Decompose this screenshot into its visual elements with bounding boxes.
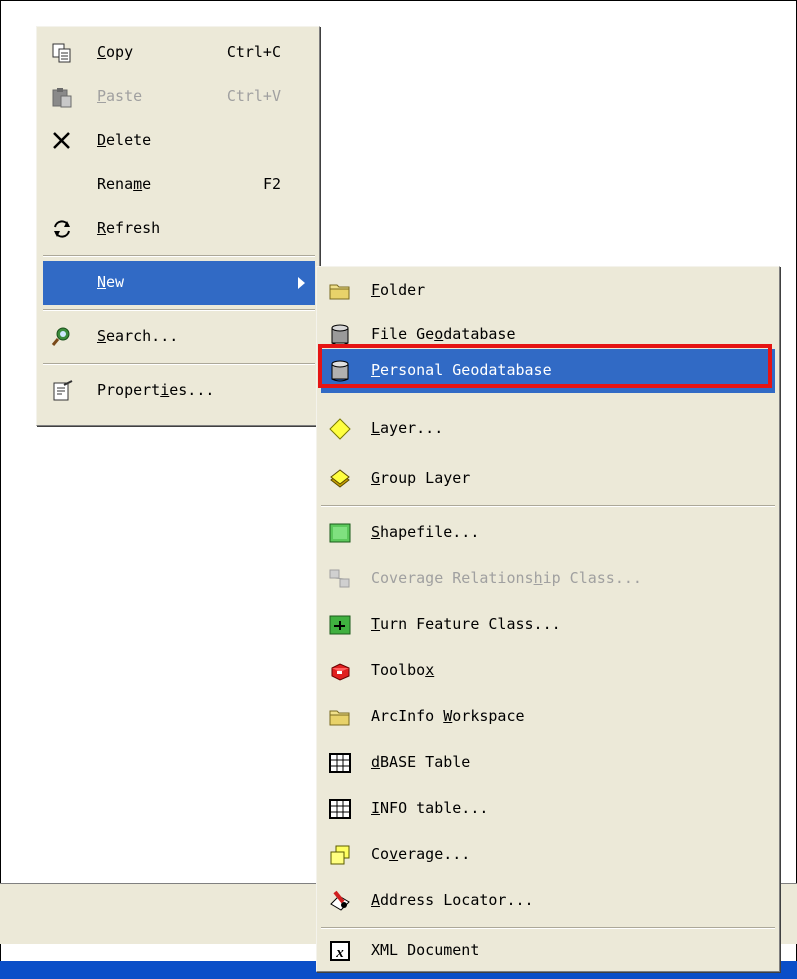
menu-item-delete[interactable]: Delete bbox=[43, 119, 315, 163]
menu-item-label: Delete bbox=[97, 131, 152, 149]
submenu-item-label: Turn Feature Class... bbox=[371, 615, 561, 633]
submenu-item-dbase-table[interactable]: dBASE Table bbox=[321, 741, 775, 785]
menu-item-label: Rename bbox=[97, 175, 152, 193]
menu-item-paste[interactable]: Paste Ctrl+V bbox=[43, 75, 315, 119]
submenu-item-shapefile[interactable]: Shapefile... bbox=[321, 511, 775, 555]
submenu-item-layer[interactable]: Layer... bbox=[321, 407, 775, 451]
folder-icon bbox=[329, 706, 351, 728]
menu-item-properties[interactable]: Properties... bbox=[43, 369, 315, 413]
layer-icon bbox=[329, 418, 351, 440]
menu-separator bbox=[43, 309, 315, 311]
group-layer-icon bbox=[329, 468, 351, 490]
menu-item-shortcut: Ctrl+V bbox=[226, 87, 281, 105]
submenu-item-info-table[interactable]: INFO table... bbox=[321, 787, 775, 831]
menu-item-refresh[interactable]: Refresh bbox=[43, 207, 315, 251]
menu-item-label: Copy bbox=[97, 43, 134, 61]
submenu-arrow-icon bbox=[298, 277, 305, 289]
submenu-item-toolbox[interactable]: Toolbox bbox=[321, 649, 775, 693]
menu-item-shortcut: F2 bbox=[262, 175, 281, 193]
menu-item-shortcut: Ctrl+C bbox=[226, 43, 281, 61]
menu-item-rename[interactable]: Rename F2 bbox=[43, 163, 315, 207]
submenu-item-label: Layer... bbox=[371, 419, 444, 437]
copy-icon bbox=[51, 42, 73, 64]
submenu-item-address-locator[interactable]: Address Locator... bbox=[321, 879, 775, 923]
submenu-item-label: Folder bbox=[371, 281, 426, 299]
menu-separator bbox=[43, 255, 315, 257]
submenu-item-label: File Geodatabase bbox=[371, 325, 516, 343]
submenu-item-label: Group Layer bbox=[371, 469, 471, 487]
xml-document-icon: x bbox=[329, 940, 351, 962]
menu-separator bbox=[43, 363, 315, 365]
submenu-item-turn-feature-class[interactable]: Turn Feature Class... bbox=[321, 603, 775, 647]
address-locator-icon bbox=[329, 890, 351, 912]
submenu-item-label: XML Document bbox=[371, 941, 480, 959]
submenu-item-folder[interactable]: Folder bbox=[321, 269, 775, 313]
menu-item-label: Properties... bbox=[97, 381, 215, 399]
shapefile-icon bbox=[329, 522, 351, 544]
menu-item-label: New bbox=[97, 273, 125, 291]
menu-item-label: Paste bbox=[97, 87, 143, 105]
submenu-item-arcinfo-workspace[interactable]: ArcInfo Workspace bbox=[321, 695, 775, 739]
submenu-item-coverage[interactable]: Coverage... bbox=[321, 833, 775, 877]
coverage-icon bbox=[329, 844, 351, 866]
submenu-item-coverage-relationship-class[interactable]: Coverage Relationship Class... bbox=[321, 557, 775, 601]
submenu-item-label: INFO table... bbox=[371, 799, 489, 817]
submenu-item-group-layer[interactable]: Group Layer bbox=[321, 457, 775, 501]
submenu-item-label: Address Locator... bbox=[371, 891, 534, 909]
menu-item-search[interactable]: Search... bbox=[43, 315, 315, 359]
svg-text:x: x bbox=[335, 945, 344, 961]
context-menu: Copy Ctrl+C Paste Ctrl+V Delete Rename F… bbox=[36, 26, 320, 426]
highlight-callout-box bbox=[318, 344, 772, 388]
submenu-item-label: dBASE Table bbox=[371, 753, 471, 771]
table-icon bbox=[329, 752, 351, 774]
submenu-item-label: ArcInfo Workspace bbox=[371, 707, 525, 725]
search-icon bbox=[51, 326, 73, 348]
menu-item-new[interactable]: New bbox=[43, 261, 315, 305]
submenu-item-xml-document[interactable]: x XML Document bbox=[321, 929, 775, 973]
turn-feature-class-icon bbox=[329, 614, 351, 636]
database-icon bbox=[329, 324, 351, 346]
menu-separator bbox=[321, 505, 775, 507]
submenu-item-label: Shapefile... bbox=[371, 523, 480, 541]
menu-item-copy[interactable]: Copy Ctrl+C bbox=[43, 31, 315, 75]
toolbox-icon bbox=[329, 660, 351, 682]
paste-icon bbox=[51, 86, 73, 108]
properties-icon bbox=[51, 380, 73, 402]
menu-item-label: Search... bbox=[97, 327, 179, 345]
refresh-icon bbox=[51, 218, 73, 240]
submenu-item-label: Coverage... bbox=[371, 845, 471, 863]
submenu-item-label: Coverage Relationship Class... bbox=[371, 569, 642, 587]
table-icon bbox=[329, 798, 351, 820]
folder-icon bbox=[329, 280, 351, 302]
menu-item-label: Refresh bbox=[97, 219, 161, 237]
relationship-class-icon bbox=[329, 568, 351, 590]
delete-x-icon bbox=[51, 130, 73, 152]
submenu-item-label: Toolbox bbox=[371, 661, 435, 679]
